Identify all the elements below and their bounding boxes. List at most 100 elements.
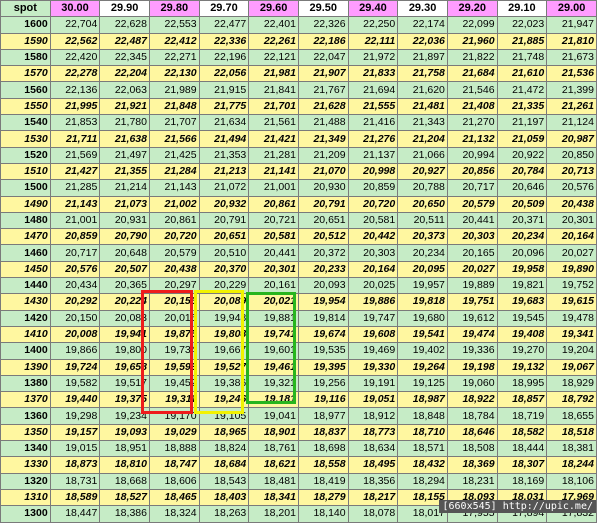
value-cell: 21,810	[546, 32, 597, 50]
spot-cell: 1440	[0, 277, 51, 295]
value-cell: 18,527	[99, 488, 150, 507]
value-cell: 22,345	[99, 48, 150, 67]
value-cell: 21,425	[148, 146, 200, 164]
value-cell: 19,408	[496, 325, 548, 344]
table-row: 1440 20,434 20,365 20,297 20,229 20,161 20,093…	[0, 277, 597, 295]
spot-cell: 1370	[0, 391, 51, 409]
value-cell: 19,751	[446, 293, 498, 311]
value-cell: 20,581	[347, 211, 399, 230]
value-cell: 18,307	[496, 456, 548, 474]
value-cell: 22,562	[49, 32, 101, 50]
value-cell: 20,579	[148, 244, 200, 262]
value-cell: 22,487	[99, 32, 150, 50]
value-cell: 19,386	[198, 374, 250, 393]
value-cell: 19,116	[297, 391, 349, 409]
value-cell: 20,646	[496, 179, 548, 197]
table-row: 1520 21,569 21,497 21,425 21,353 21,281 21,209…	[0, 146, 597, 164]
value-cell: 21,285	[49, 179, 101, 197]
value-cell: 20,720	[347, 195, 399, 213]
value-cell: 19,890	[546, 260, 597, 279]
value-cell: 21,197	[496, 114, 548, 132]
value-cell: 20,093	[297, 277, 349, 295]
value-cell: 22,336	[198, 32, 250, 50]
value-cell: 22,204	[99, 65, 150, 83]
value-cell: 18,873	[49, 456, 101, 474]
value-cell: 22,401	[248, 16, 299, 34]
value-cell: 18,747	[148, 456, 200, 474]
value-cell: 18,824	[198, 440, 250, 458]
value-cell: 20,156	[148, 293, 200, 311]
value-cell: 18,684	[198, 456, 250, 474]
value-cell: 21,758	[397, 65, 448, 83]
value-cell: 18,977	[297, 407, 349, 425]
table-row: 1330 18,873 18,810 18,747 18,684 18,621 18,558…	[0, 456, 597, 474]
table-row: 1480 21,001 20,931 20,861 20,791 20,721 20,651…	[0, 211, 597, 230]
value-cell: 19,270	[496, 342, 548, 360]
value-cell: 21,143	[148, 179, 200, 197]
value-cell: 21,002	[148, 195, 200, 213]
value-cell: 18,369	[446, 456, 498, 474]
spot-cell: 1310	[0, 488, 51, 507]
value-cell: 20,164	[347, 260, 399, 279]
value-cell: 18,901	[248, 423, 299, 442]
value-cell: 19,330	[347, 358, 399, 376]
spot-cell: 1340	[0, 440, 51, 458]
value-cell: 21,408	[446, 97, 498, 116]
value-cell: 21,989	[148, 81, 200, 99]
value-cell: 20,994	[446, 146, 498, 164]
value-cell: 18,698	[297, 440, 349, 458]
value-cell: 19,683	[496, 293, 548, 311]
spot-cell: 1430	[0, 293, 51, 311]
value-cell: 21,427	[49, 162, 101, 181]
value-cell: 21,494	[198, 130, 250, 148]
value-cell: 21,897	[397, 48, 448, 67]
column-header-cell: 29.40	[347, 0, 399, 18]
value-cell: 21,767	[297, 81, 349, 99]
value-cell: 20,301	[248, 260, 299, 279]
value-cell: 21,001	[248, 179, 299, 197]
value-cell: 18,995	[496, 374, 548, 393]
value-cell: 20,372	[297, 244, 349, 262]
value-cell: 19,311	[148, 391, 200, 409]
value-cell: 22,704	[49, 16, 101, 34]
value-cell: 21,684	[446, 65, 498, 83]
value-cell: 19,341	[546, 325, 597, 344]
value-cell: 19,612	[446, 309, 498, 327]
table-row: 1470 20,859 20,790 20,720 20,651 20,581 20,512…	[0, 228, 597, 246]
value-cell: 19,886	[347, 293, 399, 311]
value-cell: 19,067	[546, 358, 597, 376]
value-cell: 22,063	[99, 81, 150, 99]
value-cell: 21,701	[248, 97, 299, 116]
value-cell: 20,234	[496, 228, 548, 246]
value-cell: 21,673	[546, 48, 597, 67]
table-row: 1430 20,292 20,224 20,156 20,089 20,021 19,954…	[0, 293, 597, 311]
value-cell: 21,416	[347, 114, 399, 132]
value-cell: 19,204	[546, 342, 597, 360]
value-cell: 21,070	[297, 162, 349, 181]
table-row: 1450 20,576 20,507 20,438 20,370 20,301 20,233…	[0, 260, 597, 279]
value-cell: 18,495	[347, 456, 399, 474]
value-cell: 22,250	[347, 16, 399, 34]
value-cell: 18,668	[99, 472, 150, 490]
value-cell: 18,217	[347, 488, 399, 507]
value-cell: 20,651	[297, 211, 349, 230]
value-cell: 20,720	[148, 228, 200, 246]
value-cell: 19,958	[496, 260, 548, 279]
value-cell: 21,634	[198, 114, 250, 132]
value-cell: 18,518	[546, 423, 597, 442]
spot-cell: 1540	[0, 114, 51, 132]
table-row: 1600 22,704 22,628 22,553 22,477 22,401 22,326…	[0, 16, 597, 34]
value-cell: 20,788	[397, 179, 448, 197]
value-cell: 18,444	[496, 440, 548, 458]
value-cell: 21,349	[297, 130, 349, 148]
value-cell: 19,593	[148, 358, 200, 376]
watermark-text: [660x545] http://upic.me/	[439, 500, 596, 513]
value-cell: 21,885	[496, 32, 548, 50]
value-cell: 20,927	[397, 162, 448, 181]
value-cell: 21,638	[99, 130, 150, 148]
value-cell: 18,634	[347, 440, 399, 458]
table-row: 1340 19,015 18,951 18,888 18,824 18,761 18,698…	[0, 440, 597, 458]
value-cell: 21,555	[347, 97, 399, 116]
table-row: 1380 19,582 19,517 19,452 19,386 19,321 19,256…	[0, 374, 597, 393]
value-cell: 20,234	[397, 244, 448, 262]
